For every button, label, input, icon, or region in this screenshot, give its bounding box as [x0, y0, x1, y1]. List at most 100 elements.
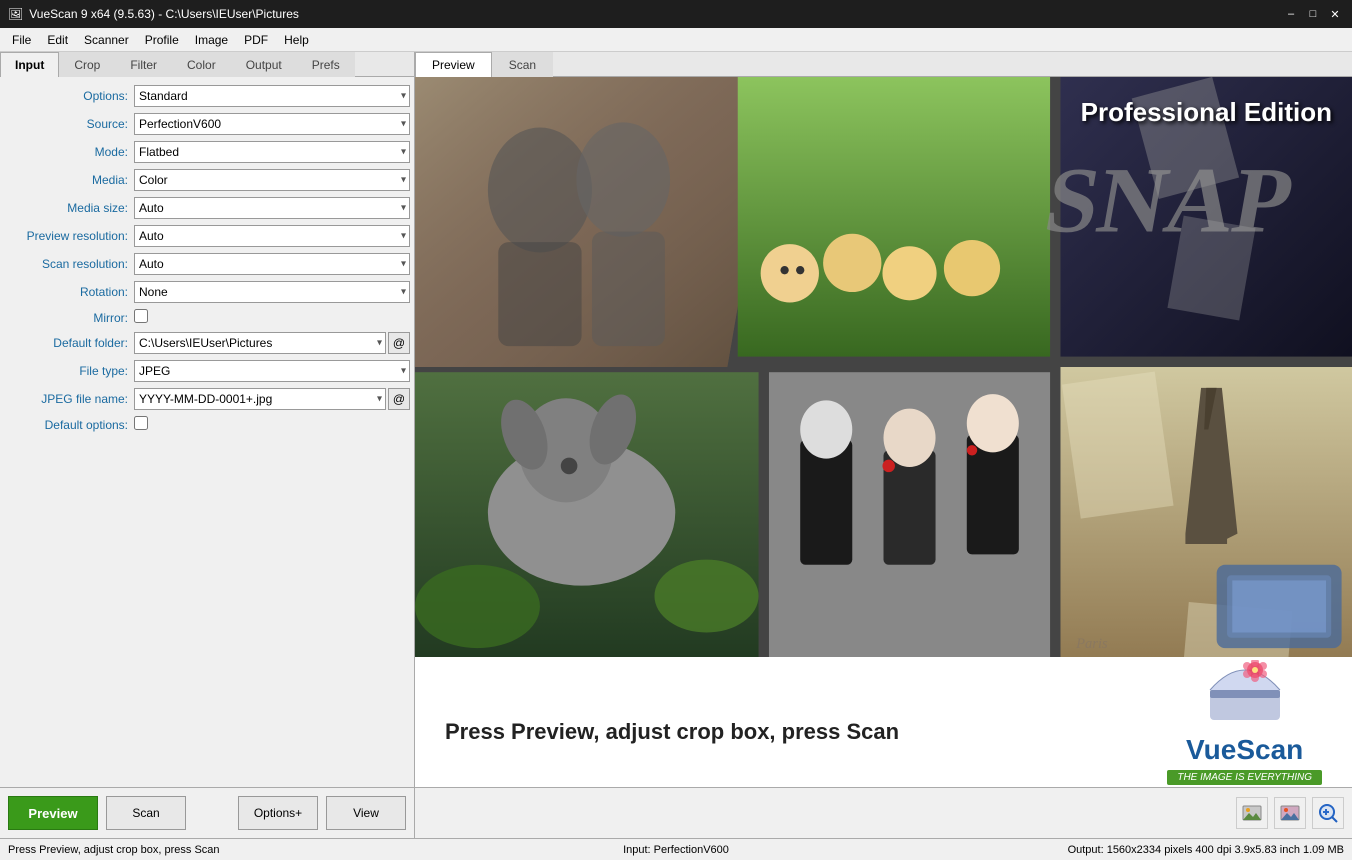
close-button[interactable]: ✕	[1326, 5, 1344, 23]
jpeg-filename-label: JPEG file name:	[4, 392, 134, 406]
options-label: Options:	[4, 89, 134, 103]
options-plus-button[interactable]: Options+	[238, 796, 318, 830]
save-image-button[interactable]	[1236, 797, 1268, 829]
preview-tab-preview[interactable]: Preview	[415, 52, 492, 77]
preview-res-label: Preview resolution:	[4, 229, 134, 243]
mirror-checkbox[interactable]	[134, 309, 148, 323]
rotation-select[interactable]: None	[134, 281, 410, 303]
statusbar-left-text: Press Preview, adjust crop box, press Sc…	[8, 844, 453, 856]
vuescan-tagline: THE IMAGE IS EVERYTHING	[1167, 770, 1322, 785]
scan-res-select[interactable]: Auto	[134, 253, 410, 275]
menu-help[interactable]: Help	[276, 31, 317, 49]
scan-button[interactable]: Scan	[106, 796, 186, 830]
left-tabs: Input Crop Filter Color Output Prefs	[0, 52, 414, 77]
default-options-label: Default options:	[4, 418, 134, 432]
tab-crop[interactable]: Crop	[59, 52, 115, 77]
maximize-button[interactable]: □	[1304, 5, 1322, 23]
mirror-row: Mirror:	[4, 309, 410, 326]
file-type-select[interactable]: JPEG	[134, 360, 410, 382]
jpeg-filename-at-button[interactable]: @	[388, 388, 410, 410]
titlebar: 🖼 VueScan 9 x64 (9.5.63) - C:\Users\IEUs…	[0, 0, 1352, 28]
view-button[interactable]: View	[326, 796, 406, 830]
preview-content: Professional Edition	[415, 77, 1352, 787]
jpeg-filename-select[interactable]: YYYY-MM-DD-0001+.jpg	[134, 388, 386, 410]
preview-button[interactable]: Preview	[8, 796, 98, 830]
zoom-in-icon	[1317, 802, 1339, 824]
menu-profile[interactable]: Profile	[137, 31, 187, 49]
preview-bottom: Press Preview, adjust crop box, press Sc…	[415, 657, 1352, 787]
tab-color[interactable]: Color	[172, 52, 231, 77]
source-select-wrap: PerfectionV600	[134, 113, 410, 135]
options-row: Options: Standard	[4, 85, 410, 107]
rotation-select-wrap: None	[134, 281, 410, 303]
rotation-label: Rotation:	[4, 285, 134, 299]
preview-res-row: Preview resolution: Auto	[4, 225, 410, 247]
statusbar-right-text: Output: 1560x2334 pixels 400 dpi 3.9x5.8…	[899, 844, 1344, 856]
source-row: Source: PerfectionV600	[4, 113, 410, 135]
vuescan-name: VueScan	[1186, 734, 1303, 766]
default-options-checkbox-wrap	[134, 416, 148, 433]
statusbar: Press Preview, adjust crop box, press Sc…	[0, 838, 1352, 860]
preview-res-select[interactable]: Auto	[134, 225, 410, 247]
scanner-icon	[1200, 660, 1290, 730]
menu-scanner[interactable]: Scanner	[76, 31, 137, 49]
options-select-wrap: Standard	[134, 85, 410, 107]
tab-input[interactable]: Input	[0, 52, 59, 77]
save-image-icon	[1241, 802, 1263, 824]
default-folder-at-button[interactable]: @	[388, 332, 410, 354]
scan-res-row: Scan resolution: Auto	[4, 253, 410, 275]
statusbar-mid-text: Input: PerfectionV600	[453, 844, 898, 856]
tab-filter[interactable]: Filter	[115, 52, 172, 77]
menu-file[interactable]: File	[4, 31, 39, 49]
menu-pdf[interactable]: PDF	[236, 31, 276, 49]
vuescan-logo-area: VueScan THE IMAGE IS EVERYTHING	[1167, 660, 1322, 785]
options-select[interactable]: Standard	[134, 85, 410, 107]
vuescan-brand: VueScan	[1186, 734, 1303, 766]
default-folder-controls: C:\Users\IEUser\Pictures @	[134, 332, 410, 354]
open-image-icon	[1279, 802, 1301, 824]
zoom-in-button[interactable]	[1312, 797, 1344, 829]
jpeg-filename-controls: YYYY-MM-DD-0001+.jpg @	[134, 388, 410, 410]
default-options-checkbox[interactable]	[134, 416, 148, 430]
file-type-row: File type: JPEG	[4, 360, 410, 382]
media-size-select-wrap: Auto	[134, 197, 410, 219]
preview-tabs: Preview Scan	[415, 52, 1352, 77]
media-select-wrap: Color	[134, 169, 410, 191]
minimize-button[interactable]: –	[1282, 5, 1300, 23]
main-layout: Input Crop Filter Color Output Prefs Opt…	[0, 52, 1352, 787]
media-size-select[interactable]: Auto	[134, 197, 410, 219]
menu-image[interactable]: Image	[187, 31, 236, 49]
right-panel: Preview Scan Professional Edition	[415, 52, 1352, 787]
preview-collage-svg: SNAP	[415, 77, 1352, 657]
preview-tagline: Press Preview, adjust crop box, press Sc…	[445, 719, 899, 745]
file-type-label: File type:	[4, 364, 134, 378]
professional-edition-text: Professional Edition	[1081, 97, 1332, 128]
default-folder-select-wrap: C:\Users\IEUser\Pictures	[134, 332, 386, 354]
form-area: Options: Standard Source: PerfectionV600…	[0, 77, 414, 787]
open-image-button[interactable]	[1274, 797, 1306, 829]
full-bottom-bar: Preview Scan Options+ View	[0, 787, 1352, 838]
menu-edit[interactable]: Edit	[39, 31, 76, 49]
default-folder-select[interactable]: C:\Users\IEUser\Pictures	[134, 332, 386, 354]
media-size-row: Media size: Auto	[4, 197, 410, 219]
media-select[interactable]: Color	[134, 169, 410, 191]
left-panel: Input Crop Filter Color Output Prefs Opt…	[0, 52, 415, 787]
app-icon: 🖼	[8, 7, 23, 21]
mode-row: Mode: Flatbed	[4, 141, 410, 163]
menubar: File Edit Scanner Profile Image PDF Help	[0, 28, 1352, 52]
media-size-label: Media size:	[4, 201, 134, 215]
media-label: Media:	[4, 173, 134, 187]
mirror-label: Mirror:	[4, 311, 134, 325]
jpeg-filename-row: JPEG file name: YYYY-MM-DD-0001+.jpg @	[4, 388, 410, 410]
right-bottom-icons	[415, 788, 1352, 838]
preview-tab-scan[interactable]: Scan	[492, 52, 553, 77]
tab-output[interactable]: Output	[231, 52, 297, 77]
source-select[interactable]: PerfectionV600	[134, 113, 410, 135]
scan-res-select-wrap: Auto	[134, 253, 410, 275]
default-folder-label: Default folder:	[4, 336, 134, 350]
mode-select[interactable]: Flatbed	[134, 141, 410, 163]
mode-select-wrap: Flatbed	[134, 141, 410, 163]
jpeg-filename-select-wrap: YYYY-MM-DD-0001+.jpg	[134, 388, 386, 410]
tab-prefs[interactable]: Prefs	[297, 52, 355, 77]
source-label: Source:	[4, 117, 134, 131]
